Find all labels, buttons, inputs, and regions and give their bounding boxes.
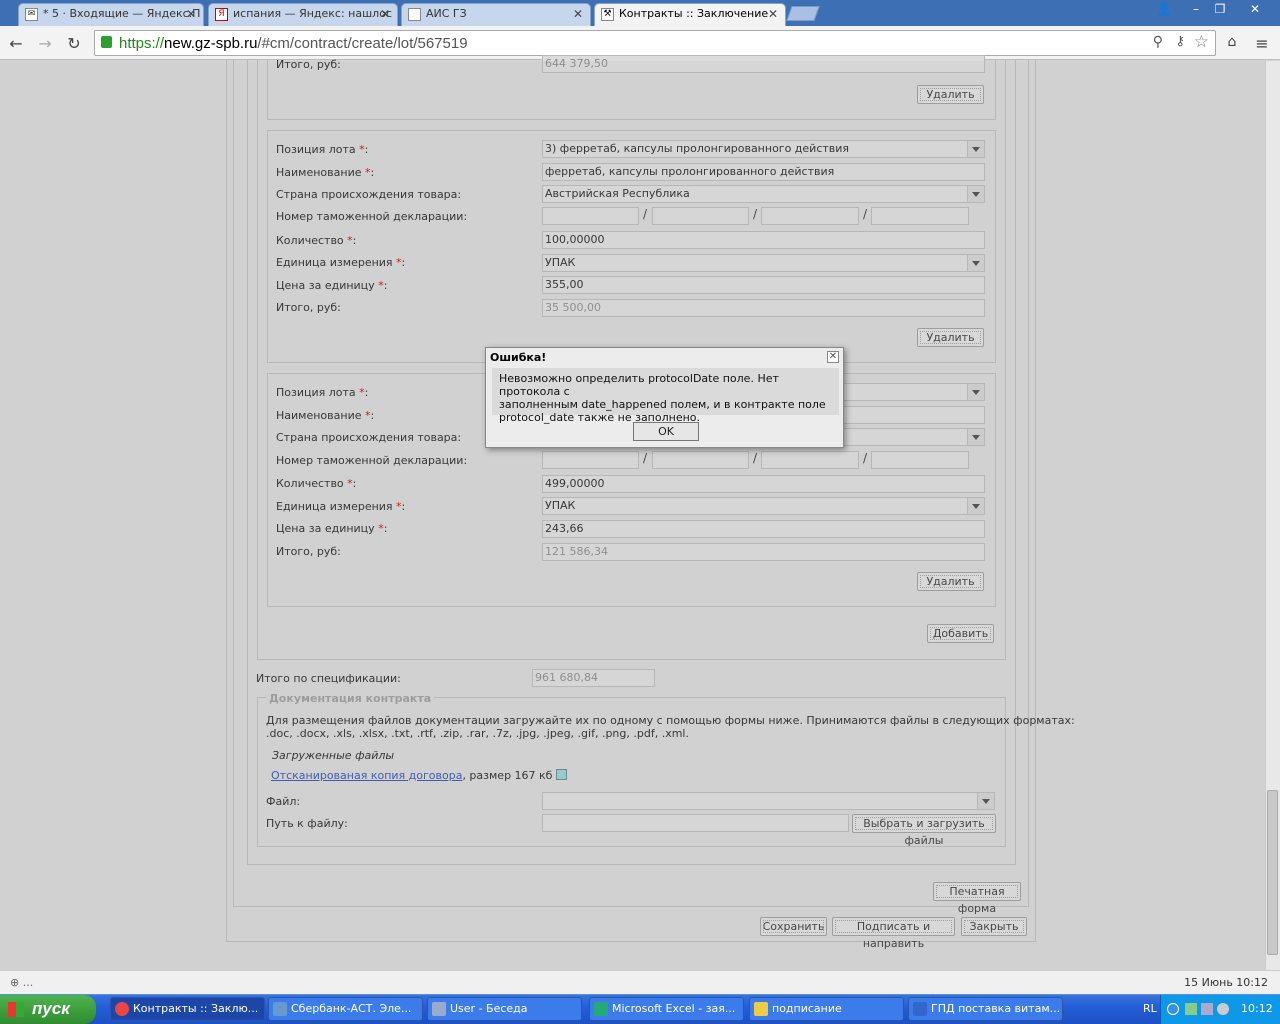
back-icon[interactable]: ← [6, 34, 26, 53]
window-close-icon[interactable]: ✕ [1240, 0, 1270, 18]
tab-title: * 5 · Входящие — Яндекс.П [43, 7, 201, 20]
task-folder[interactable]: подписание [749, 997, 904, 1021]
tab-close-icon[interactable]: ✕ [380, 4, 390, 24]
folder-icon [754, 1002, 768, 1016]
menu-icon[interactable]: ≡ [1252, 34, 1272, 53]
home-icon[interactable]: ⌂ [1222, 34, 1242, 50]
browser-tab-strip: ✉ * 5 · Входящие — Яндекс.П ✕ Я испания … [0, 0, 1280, 26]
chevron-down-icon [972, 435, 980, 440]
ok-button[interactable]: OK [633, 422, 699, 441]
task-word[interactable]: ГПД поставка витам... [908, 997, 1063, 1021]
tab-title: Контракты :: Заключение [619, 7, 769, 20]
new-tab-button[interactable] [786, 6, 820, 21]
reload-icon[interactable]: ↻ [64, 34, 84, 53]
task-excel[interactable]: Microsoft Excel - зая... [589, 997, 744, 1021]
url-text: https://new.gz-spb.ru/#cm/contract/creat… [119, 35, 468, 52]
restore-icon[interactable]: ❐ [1208, 0, 1232, 18]
tab-close-icon[interactable]: ✕ [573, 4, 583, 24]
zoom-icon[interactable]: ⚲ [1153, 34, 1163, 50]
system-tray: RL 10:12 [1143, 995, 1280, 1024]
dialog-message: Невозможно определить protocolDate поле.… [492, 368, 839, 424]
excel-icon [594, 1002, 608, 1016]
tab-title: АИС ГЗ [426, 7, 467, 20]
mail-icon: ✉ [25, 8, 38, 21]
tab-yandex-mail[interactable]: ✉ * 5 · Входящие — Яндекс.П ✕ [18, 3, 204, 26]
scrollbar-thumb[interactable] [1267, 790, 1278, 955]
chevron-down-icon [982, 799, 990, 804]
bookmark-star-icon[interactable]: ☆ [1194, 32, 1209, 52]
tray-status-icon[interactable] [1217, 1003, 1229, 1015]
yandex-icon: Я [215, 8, 228, 21]
task-chrome[interactable]: Контракты :: Заклю... [110, 997, 265, 1021]
dialog-close-icon[interactable]: ✕ [827, 351, 839, 363]
tab-title: испания — Яндекс: нашлос [233, 7, 392, 20]
status-text: ⊕ ... [10, 976, 34, 989]
clock: 10:12 [1241, 1002, 1273, 1015]
status-datetime: 15 Июнь 10:12 [1184, 976, 1268, 989]
chat-icon [432, 1002, 446, 1016]
word-icon [913, 1002, 927, 1016]
user-icon[interactable]: 👤 [1152, 0, 1176, 18]
tab-contracts[interactable]: ⚒ Контракты :: Заключение ✕ [594, 3, 786, 26]
chevron-down-icon [972, 147, 980, 152]
network-icon[interactable] [1201, 1003, 1213, 1015]
chevron-down-icon [972, 261, 980, 266]
ie-icon [273, 1002, 287, 1016]
page-icon [408, 8, 421, 21]
key-icon[interactable]: ⚷ [1175, 34, 1185, 49]
forward-icon[interactable]: → [35, 34, 55, 53]
task-chat[interactable]: User - Беседа [427, 997, 582, 1021]
tab-close-icon[interactable]: ✕ [768, 4, 778, 24]
chevron-down-icon [972, 504, 980, 509]
tray-expand-icon[interactable] [1167, 1003, 1179, 1015]
minimize-icon[interactable]: – [1184, 0, 1208, 18]
modal-overlay [0, 61, 1265, 970]
start-button[interactable]: пуск [0, 995, 96, 1024]
task-ie[interactable]: Сбербанк-АСТ. Эле... [268, 997, 423, 1021]
dialog-title: Ошибка! [490, 351, 547, 364]
error-dialog: Ошибка! ✕ Невозможно определить protocol… [485, 347, 844, 448]
language-indicator[interactable]: RL [1143, 995, 1157, 1023]
chrome-icon [115, 1002, 129, 1016]
hammer-icon: ⚒ [601, 8, 614, 21]
tab-yandex-search[interactable]: Я испания — Яндекс: нашлос ✕ [208, 3, 398, 26]
address-bar[interactable]: https://new.gz-spb.ru/#cm/contract/creat… [94, 30, 1216, 56]
browser-status-bar: ⊕ ... 15 Июнь 10:12 [0, 970, 1280, 994]
windows-logo-icon [8, 1002, 24, 1017]
tab-close-icon[interactable]: ✕ [186, 4, 196, 24]
tray-app-icon[interactable] [1185, 1003, 1197, 1015]
tab-ais-gz[interactable]: АИС ГЗ ✕ [401, 3, 591, 26]
chevron-down-icon [972, 192, 980, 197]
lock-icon [101, 36, 112, 48]
chevron-down-icon [972, 390, 980, 395]
